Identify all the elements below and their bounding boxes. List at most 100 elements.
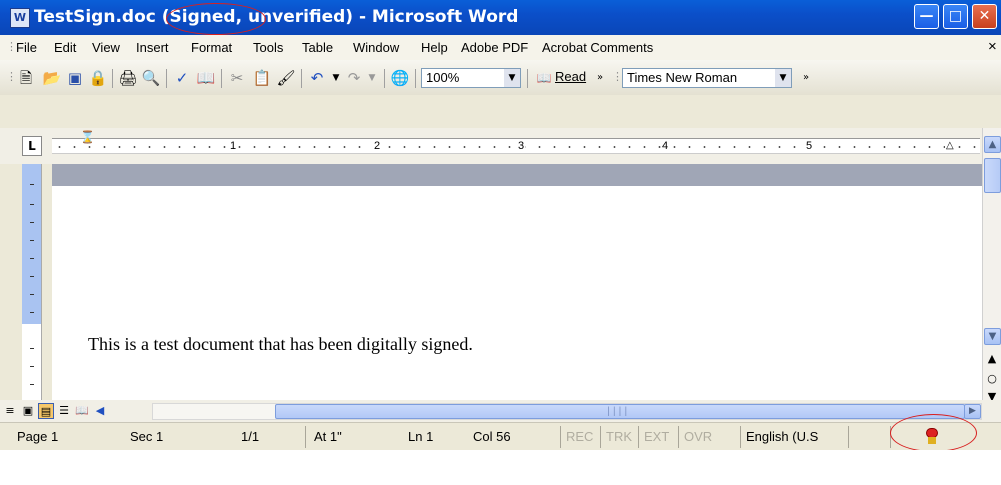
status-pages[interactable]: 1/1 <box>238 426 298 448</box>
save-icon[interactable]: ▣ <box>65 68 85 88</box>
open-folder-icon[interactable]: 📂 <box>42 68 62 88</box>
menu-file[interactable]: File <box>16 40 37 55</box>
indent-marker-icon[interactable]: ⌛ <box>80 131 95 157</box>
menu-bar: ⋮ File Edit View Insert Format Tools Tab… <box>0 35 1001 60</box>
undo-dropdown-icon[interactable]: ▼ <box>326 68 346 88</box>
toolbar-options-icon[interactable]: » <box>796 68 816 88</box>
vertical-ruler[interactable] <box>22 164 42 400</box>
ruler-number: 2 <box>373 140 382 152</box>
print-preview-icon[interactable]: 🔍 <box>141 68 161 88</box>
menu-window[interactable]: Window <box>353 40 399 55</box>
view-bar: ≡ ▣ ▤ ☰ 📖 ◀ ││││ ▶ <box>0 400 1001 422</box>
web-layout-icon[interactable]: ▣ <box>20 403 36 419</box>
redo-dropdown-icon[interactable]: ▼ <box>362 68 382 88</box>
page-top-margin <box>52 164 982 186</box>
scroll-down-icon[interactable]: ▼ <box>984 328 1001 345</box>
ruler-number: 3 <box>517 140 526 152</box>
vertical-scroll-thumb[interactable] <box>984 158 1001 193</box>
minimize-button[interactable]: — <box>914 4 939 29</box>
vruler-tick <box>30 204 34 205</box>
status-page[interactable]: Page 1 <box>14 426 102 448</box>
vruler-tick <box>30 384 34 385</box>
horizontal-ruler[interactable]: ⌛ 1 2 3 4 5 △ <box>52 131 980 154</box>
vruler-tick <box>30 222 34 223</box>
vruler-tick <box>30 258 34 259</box>
toolbar-separator <box>384 69 385 88</box>
cut-icon[interactable]: ✂ <box>227 68 247 88</box>
close-button[interactable]: ✕ <box>972 4 997 29</box>
outline-view-icon[interactable]: ☰ <box>56 403 72 419</box>
chevron-down-icon[interactable]: ▼ <box>504 69 520 87</box>
horizontal-scroll-thumb[interactable]: ││││ <box>275 404 965 419</box>
background <box>0 450 1001 485</box>
maximize-button[interactable]: □ <box>943 4 968 29</box>
status-trk[interactable]: TRK <box>600 426 636 448</box>
ruler-number: 1 <box>229 140 238 152</box>
print-layout-icon[interactable]: ▤ <box>38 403 54 419</box>
research-icon[interactable]: 📖 <box>196 68 216 88</box>
horizontal-scrollbar[interactable]: ││││ ▶ <box>152 403 982 420</box>
status-ovr[interactable]: OVR <box>678 426 716 448</box>
paste-icon[interactable]: 📋 <box>252 68 272 88</box>
status-column[interactable]: Col 56 <box>468 426 556 448</box>
scroll-left-icon[interactable]: ◀ <box>92 403 108 419</box>
select-browse-object-icon[interactable]: ○ <box>986 372 998 385</box>
status-line[interactable]: Ln 1 <box>403 426 465 448</box>
word-window: W TestSign.doc (Signed, unverified) - Mi… <box>0 0 1001 485</box>
status-empty-cell <box>848 426 888 448</box>
menu-acrobat-comments[interactable]: Acrobat Comments <box>542 40 653 55</box>
menu-table[interactable]: Table <box>302 40 333 55</box>
status-ext[interactable]: EXT <box>638 426 676 448</box>
reading-layout-icon[interactable]: 📖 <box>74 403 90 419</box>
close-icon: ✕ <box>978 8 991 24</box>
tab-selector[interactable]: L <box>22 136 42 156</box>
scroll-up-icon[interactable]: ▲ <box>984 136 1001 153</box>
menu-view[interactable]: View <box>92 40 120 55</box>
scroll-grip-icon: ││││ <box>606 407 630 416</box>
toolbar-separator <box>301 69 302 88</box>
previous-page-icon[interactable]: ▲ <box>986 352 998 365</box>
ruler-ticks <box>52 146 980 148</box>
vruler-tick <box>30 348 34 349</box>
toolbar-separator <box>527 69 528 88</box>
format-painter-icon[interactable]: 🖌 <box>276 68 296 88</box>
menu-format[interactable]: Format <box>191 40 232 55</box>
permission-icon[interactable]: 🔒 <box>88 68 108 88</box>
normal-view-icon[interactable]: ≡ <box>2 403 18 419</box>
scroll-right-icon[interactable]: ▶ <box>964 404 981 419</box>
vruler-tick <box>30 294 34 295</box>
chevron-down-icon[interactable]: ▼ <box>775 69 791 87</box>
toolbar-options-icon[interactable]: » <box>590 68 610 88</box>
word-doc-icon[interactable]: W <box>10 8 30 28</box>
vertical-scrollbar[interactable]: ▲ ▼ ▲ ○ ▼ <box>982 128 1001 403</box>
annotation-ellipse-title <box>166 3 266 35</box>
read-icon: 📖 <box>536 71 552 85</box>
menu-tools[interactable]: Tools <box>253 40 283 55</box>
status-rec[interactable]: REC <box>560 426 598 448</box>
redo-icon[interactable]: ↷ <box>344 68 364 88</box>
status-bar: Page 1 Sec 1 1/1 At 1" Ln 1 Col 56 REC T… <box>0 422 1001 451</box>
document-close-icon[interactable]: × <box>988 38 997 55</box>
status-language[interactable]: English (U.S <box>740 426 845 448</box>
undo-icon[interactable]: ↶ <box>307 68 327 88</box>
menu-edit[interactable]: Edit <box>54 40 76 55</box>
title-bar[interactable]: W TestSign.doc (Signed, unverified) - Mi… <box>0 0 1001 35</box>
zoom-select[interactable]: 100% ▼ <box>421 68 521 88</box>
status-at[interactable]: At 1" <box>305 426 399 448</box>
hyperlink-icon[interactable]: 🌐 <box>390 68 410 88</box>
toolbar-separator <box>221 69 222 88</box>
document-body-text[interactable]: This is a test document that has been di… <box>88 334 473 355</box>
print-icon[interactable]: 🖨 <box>118 68 138 88</box>
spelling-icon[interactable]: ✓ <box>172 68 192 88</box>
new-document-icon[interactable]: 🗎 <box>16 68 36 88</box>
menu-insert[interactable]: Insert <box>136 40 169 55</box>
right-indent-marker-icon[interactable]: △ <box>945 140 955 151</box>
document-page[interactable]: This is a test document that has been di… <box>52 186 982 400</box>
menu-help[interactable]: Help <box>421 40 448 55</box>
read-button[interactable]: Read <box>555 69 586 84</box>
toolbar-separator <box>415 69 416 88</box>
menu-adobe-pdf[interactable]: Adobe PDF <box>461 40 528 55</box>
font-select[interactable]: Times New Roman ▼ <box>622 68 792 88</box>
maximize-icon: □ <box>948 8 963 24</box>
status-section[interactable]: Sec 1 <box>104 426 194 448</box>
